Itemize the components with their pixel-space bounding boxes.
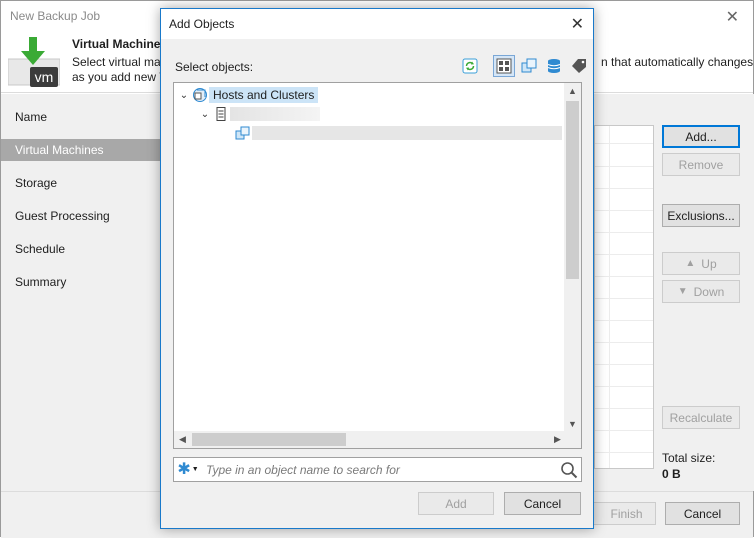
search-box: ✱ ▼ bbox=[173, 457, 582, 482]
up-button[interactable]: ▲ Up bbox=[662, 252, 740, 275]
table-row-divider bbox=[595, 254, 653, 255]
hosts-clusters-icon bbox=[191, 87, 209, 103]
scrollbar-corner bbox=[564, 431, 581, 448]
search-filter-dropdown[interactable]: ✱ ▼ bbox=[174, 458, 202, 481]
chevron-down-icon: ▼ bbox=[191, 466, 199, 473]
remove-button[interactable]: Remove bbox=[662, 153, 740, 176]
scroll-up-icon[interactable]: ▲ bbox=[564, 83, 581, 100]
tree-label-cluster[interactable] bbox=[252, 126, 562, 140]
table-row-divider bbox=[595, 276, 653, 277]
arrow-up-icon: ▲ bbox=[685, 258, 696, 269]
tree-node-cluster[interactable] bbox=[234, 124, 562, 142]
table-row-divider bbox=[595, 232, 653, 233]
select-objects-label: Select objects: bbox=[175, 60, 254, 74]
window-title: New Backup Job bbox=[10, 9, 101, 23]
dialog-cancel-button[interactable]: Cancel bbox=[504, 492, 581, 515]
dialog-titlebar: Add Objects ✕ bbox=[161, 9, 593, 39]
page-description-line-2: as you add new V bbox=[72, 70, 162, 84]
cluster-icon bbox=[234, 125, 252, 141]
step-virtual-machines[interactable]: Virtual Machines bbox=[1, 139, 161, 161]
down-button[interactable]: ▼ Down bbox=[662, 280, 740, 303]
svg-text:vm: vm bbox=[35, 69, 54, 85]
tree-label-hosts-and-clusters[interactable]: Hosts and Clusters bbox=[209, 87, 319, 103]
scroll-thumb[interactable] bbox=[566, 101, 579, 279]
page-description: Select virtual ma as you add new V bbox=[72, 55, 162, 85]
vms-templates-view-icon[interactable] bbox=[518, 55, 540, 77]
column-divider bbox=[609, 126, 610, 468]
table-row-divider bbox=[595, 430, 653, 431]
table-row-divider bbox=[595, 298, 653, 299]
table-row-divider bbox=[595, 408, 653, 409]
dialog-add-button[interactable]: Add bbox=[418, 492, 494, 515]
objects-tree[interactable]: ⌄ Hosts and Clusters ⌄ ▲ ▼ ◀ ▶ bbox=[173, 82, 582, 449]
tags-view-icon[interactable] bbox=[568, 55, 590, 77]
scroll-left-icon[interactable]: ◀ bbox=[174, 431, 191, 448]
view-toolbar bbox=[459, 54, 590, 78]
cancel-button[interactable]: Cancel bbox=[665, 502, 740, 525]
page-description-line-1: Select virtual ma bbox=[72, 55, 161, 69]
tree-vertical-scrollbar[interactable]: ▲ ▼ bbox=[564, 83, 581, 433]
tree-node-root[interactable]: ⌄ Hosts and Clusters bbox=[177, 86, 319, 104]
vm-list[interactable] bbox=[594, 125, 654, 469]
total-size-label: Total size: bbox=[662, 451, 716, 465]
up-button-label: Up bbox=[701, 256, 717, 271]
arrow-down-icon: ▼ bbox=[677, 286, 688, 297]
vm-logo-icon: vm bbox=[8, 37, 60, 87]
scroll-thumb[interactable] bbox=[192, 433, 346, 446]
down-button-label: Down bbox=[693, 284, 725, 299]
tree-node-host[interactable]: ⌄ bbox=[198, 105, 320, 123]
search-icon[interactable] bbox=[557, 458, 581, 481]
table-row-divider bbox=[595, 188, 653, 189]
page-title: Virtual Machines bbox=[72, 37, 168, 51]
wizard-steps: Name Virtual Machines Storage Guest Proc… bbox=[1, 94, 161, 491]
table-row-divider bbox=[595, 386, 653, 387]
chevron-down-icon[interactable]: ⌄ bbox=[177, 90, 191, 101]
step-name[interactable]: Name bbox=[1, 106, 161, 128]
total-size-value: 0 B bbox=[662, 467, 681, 481]
table-row-divider bbox=[595, 320, 653, 321]
tree-label-host[interactable] bbox=[230, 107, 320, 121]
exclusions-button[interactable]: Exclusions... bbox=[662, 204, 740, 227]
table-row-divider bbox=[595, 143, 653, 144]
close-icon[interactable]: ✕ bbox=[726, 7, 739, 27]
step-summary[interactable]: Summary bbox=[1, 271, 161, 293]
page-description-continued: n that automatically changes bbox=[601, 55, 754, 69]
chevron-down-icon[interactable]: ⌄ bbox=[198, 109, 212, 120]
server-icon bbox=[212, 106, 230, 122]
step-storage[interactable]: Storage bbox=[1, 172, 161, 194]
table-row-divider bbox=[595, 364, 653, 365]
recalculate-button[interactable]: Recalculate bbox=[662, 406, 740, 429]
finish-button-label: Finish bbox=[610, 506, 643, 521]
table-row-divider bbox=[595, 166, 653, 167]
datastores-view-icon[interactable] bbox=[543, 55, 565, 77]
add-objects-dialog: Add Objects ✕ Select objects: ⌄ Hosts an… bbox=[160, 8, 594, 529]
search-input[interactable] bbox=[204, 460, 554, 479]
asterisk-icon: ✱ bbox=[177, 460, 191, 478]
tree-horizontal-scrollbar[interactable]: ◀ ▶ bbox=[174, 431, 566, 448]
refresh-icon[interactable] bbox=[459, 55, 481, 77]
table-row-divider bbox=[595, 452, 653, 453]
hosts-clusters-view-icon[interactable] bbox=[493, 55, 515, 77]
close-icon[interactable]: ✕ bbox=[571, 14, 584, 34]
step-schedule[interactable]: Schedule bbox=[1, 238, 161, 260]
table-row-divider bbox=[595, 210, 653, 211]
table-row-divider bbox=[595, 342, 653, 343]
step-guest-processing[interactable]: Guest Processing bbox=[1, 205, 161, 227]
add-button[interactable]: Add... bbox=[662, 125, 740, 148]
dialog-title: Add Objects bbox=[169, 17, 235, 31]
